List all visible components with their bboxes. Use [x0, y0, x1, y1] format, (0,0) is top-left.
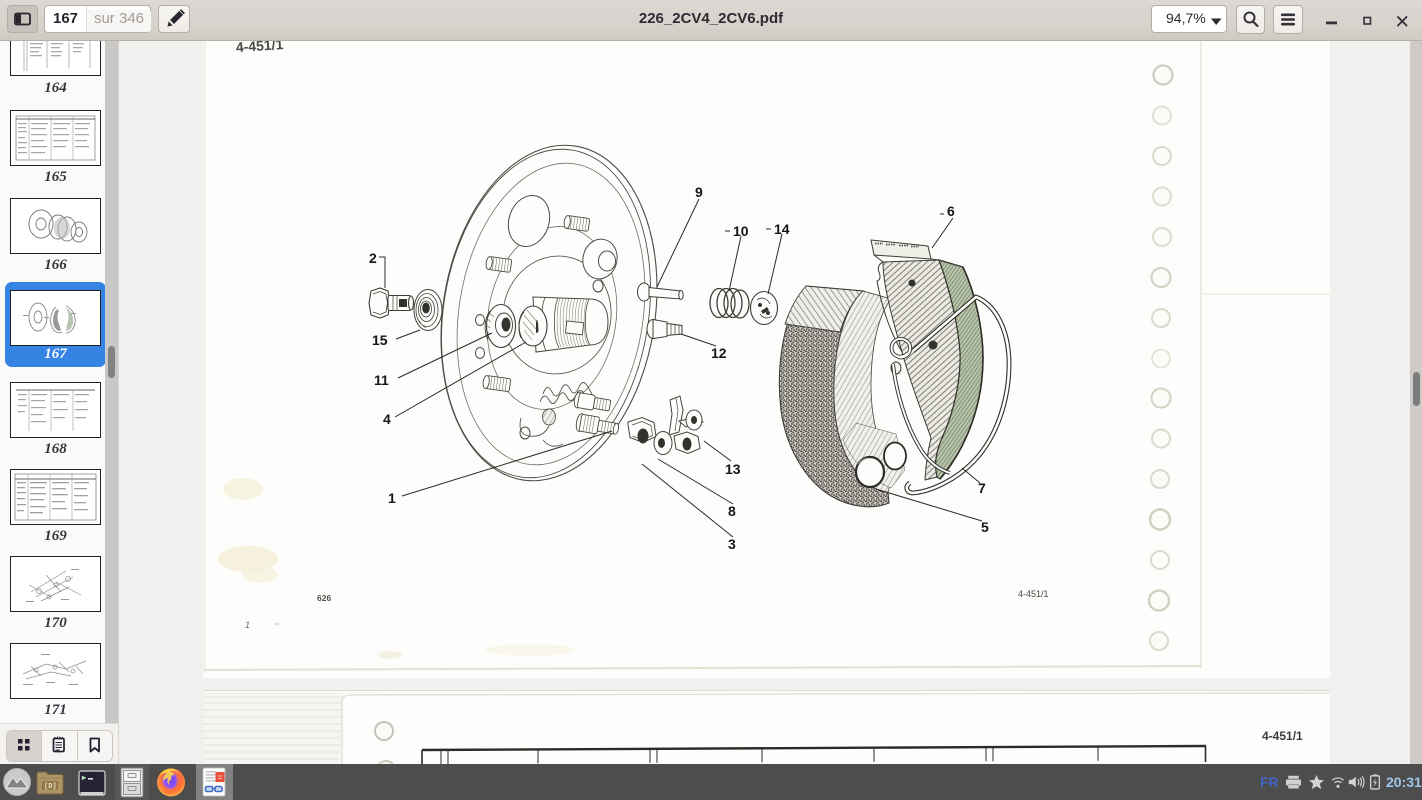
svg-text:13: 13: [725, 461, 741, 477]
svg-text:4-451/1: 4-451/1: [1018, 589, 1049, 599]
svg-text:3: 3: [728, 536, 736, 552]
svg-text:9: 9: [695, 184, 703, 200]
svg-text:1: 1: [388, 490, 396, 506]
svg-text:15: 15: [372, 332, 388, 348]
svg-text:10: 10: [733, 223, 749, 239]
svg-text:4: 4: [383, 411, 391, 427]
svg-text:11: 11: [374, 372, 389, 388]
svg-text:14: 14: [774, 221, 790, 237]
svg-text:4-451/1: 4-451/1: [1262, 729, 1303, 743]
svg-text:[D]: [D]: [44, 783, 57, 791]
svg-text:1: 1: [245, 620, 250, 630]
svg-text:12: 12: [711, 345, 727, 361]
svg-text:2: 2: [369, 250, 377, 266]
svg-text:6: 6: [947, 203, 955, 219]
svg-text:626: 626: [317, 593, 331, 603]
svg-text:7: 7: [978, 480, 986, 496]
svg-text:8: 8: [728, 503, 736, 519]
svg-text:5: 5: [981, 519, 989, 535]
